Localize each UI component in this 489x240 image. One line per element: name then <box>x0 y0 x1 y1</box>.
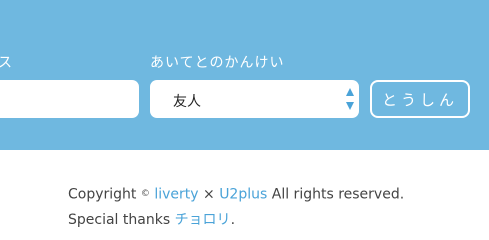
footer: Copyright © liverty × U2plus All rights … <box>68 182 404 233</box>
cross-separator: × <box>203 186 215 203</box>
thanks-link[interactable]: チョロリ <box>175 212 231 228</box>
thanks-line: Special thanks チョロリ. <box>68 208 404 233</box>
select-arrows-icon <box>346 88 354 110</box>
copyright-symbol: © <box>140 189 150 199</box>
select-selected-value: 友人 <box>173 94 201 110</box>
thanks-period: . <box>230 211 236 228</box>
partner-relation-select[interactable]: 友人 <box>150 80 359 118</box>
rights-text: All rights reserved. <box>271 186 405 203</box>
form-band: ス あいてとのかんけい 友人 とうしん <box>0 0 489 150</box>
copyright-text: Copyright <box>68 186 137 203</box>
text-input-left[interactable] <box>0 80 139 118</box>
submit-button[interactable]: とうしん <box>370 80 470 118</box>
liverty-link[interactable]: liverty <box>154 187 198 203</box>
copyright-line: Copyright © liverty × U2plus All rights … <box>68 182 404 208</box>
thanks-text: Special thanks <box>68 211 171 228</box>
u2plus-link[interactable]: U2plus <box>219 187 267 203</box>
field-label-left: ス <box>0 55 13 71</box>
partner-relation-label: あいてとのかんけい <box>150 55 285 71</box>
